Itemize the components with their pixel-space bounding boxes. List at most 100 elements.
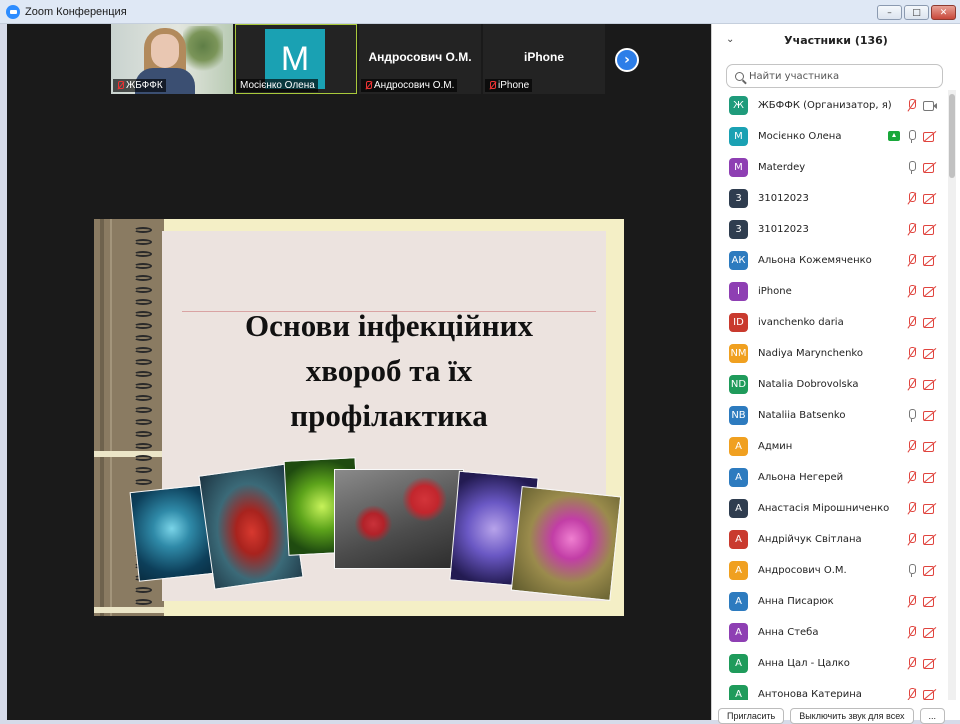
participant-row[interactable]: A Альона Негерей [712,462,948,493]
mic-icon[interactable] [905,564,918,577]
mic-muted-icon [116,81,124,90]
mic-icon[interactable] [905,409,918,422]
mic-muted-icon[interactable] [905,533,918,546]
close-window-button[interactable]: ✕ [931,5,956,20]
spiral-ring [134,587,152,593]
mic-icon[interactable] [905,130,918,143]
participant-avatar: A [729,685,748,700]
participant-avatar: NB [729,406,748,425]
participant-avatar: M [729,158,748,177]
video-tile-name-only[interactable]: iPhone iPhone [483,24,605,94]
participant-row[interactable]: ND Natalia Dobrovolska [712,369,948,400]
camera-off-icon[interactable] [923,409,936,422]
mic-muted-icon[interactable] [905,223,918,236]
mic-muted-icon[interactable] [905,440,918,453]
participant-row[interactable]: 3 31012023 [712,183,948,214]
camera-off-icon[interactable] [923,223,936,236]
camera-off-icon[interactable] [923,533,936,546]
participant-avatar: A [729,437,748,456]
camera-off-icon[interactable] [923,316,936,329]
video-tile-active-speaker[interactable]: M Мосієнко Олена [235,24,357,94]
mic-muted-icon[interactable] [905,688,918,700]
participant-avatar: АК [729,251,748,270]
mic-muted-icon[interactable] [905,192,918,205]
spiral-ring [134,467,152,473]
next-page-arrow-icon[interactable]: › [615,48,639,72]
participant-row[interactable]: АК Альона Кожемяченко [712,245,948,276]
mic-muted-icon[interactable] [905,254,918,267]
participant-row[interactable]: A Анна Цал - Цалко [712,648,948,679]
chevron-down-icon[interactable]: ⌄ [726,34,734,45]
spiral-ring [134,347,152,353]
camera-off-icon[interactable] [923,347,936,360]
participant-search[interactable] [726,64,943,88]
participant-row[interactable]: Ж ЖБФФК (Организатор, я) [712,90,948,121]
participant-name: Анна Писарюк [758,596,834,607]
participant-avatar: ID [729,313,748,332]
participant-row[interactable]: M Мосієнко Олена [712,121,948,152]
participant-name: Анастасія Мірошниченко [758,503,890,514]
mic-muted-icon[interactable] [905,378,918,391]
invite-button[interactable]: Пригласить [718,708,785,724]
mic-icon[interactable] [905,161,918,174]
window-title: Zoom Конференция [25,5,127,18]
participant-row[interactable]: A Анастасія Мірошниченко [712,493,948,524]
camera-off-icon[interactable] [923,192,936,205]
camera-off-icon[interactable] [923,564,936,577]
participant-row[interactable]: A Админ [712,431,948,462]
participant-row[interactable]: 3 31012023 [712,214,948,245]
participant-row[interactable]: A Анна Писарюк [712,586,948,617]
spiral-ring [134,371,152,377]
mic-muted-icon[interactable] [905,502,918,515]
participant-row[interactable]: A Антонова Катерина [712,679,948,700]
spine-band [94,451,164,457]
mic-muted-icon[interactable] [905,285,918,298]
camera-off-icon[interactable] [923,626,936,639]
search-icon [735,71,744,81]
spiral-ring [134,359,152,365]
participant-row[interactable]: NB Nataliia Batsenko [712,400,948,431]
camera-off-icon[interactable] [923,471,936,484]
participant-row[interactable]: A Анна Стеба [712,617,948,648]
camera-off-icon[interactable] [923,502,936,515]
video-tile-host[interactable]: ЖБФФК [111,24,233,94]
mic-muted-icon[interactable] [905,657,918,670]
participant-row[interactable]: A Андрійчук Світлана [712,524,948,555]
more-options-button[interactable]: ... [919,708,946,724]
camera-off-icon[interactable] [923,285,936,298]
participant-row[interactable]: ID ivanchenko daria [712,307,948,338]
scrollbar-thumb[interactable] [949,94,955,178]
slide-title: Основи інфекційних хвороб та їх профілак… [245,308,533,433]
mic-muted-icon[interactable] [905,347,918,360]
mic-muted-icon[interactable] [905,595,918,608]
mic-muted-icon[interactable] [905,471,918,484]
camera-off-icon[interactable] [923,657,936,670]
camera-off-icon[interactable] [923,161,936,174]
video-tile-name: iPhone [498,80,530,91]
camera-off-icon[interactable] [923,254,936,267]
video-tile-name-only[interactable]: Андросович О.М. Андросович О.М. [359,24,481,94]
mute-all-button[interactable]: Выключить звук для всех [790,708,914,724]
mic-muted-icon[interactable] [905,626,918,639]
camera-off-icon[interactable] [923,440,936,453]
participant-name: Анна Стеба [758,627,819,638]
participant-row[interactable]: M Materdey [712,152,948,183]
search-input[interactable] [749,70,929,82]
minimize-button[interactable]: – [877,5,902,20]
video-tile-name-tag: ЖБФФК [113,79,166,92]
spine-band [94,607,164,613]
participant-row[interactable]: A Андросович О.М. [712,555,948,586]
participants-scrollbar[interactable] [948,90,956,700]
mic-muted-icon[interactable] [905,99,918,112]
camera-icon[interactable] [923,99,937,112]
participant-avatar: ND [729,375,748,394]
camera-off-icon[interactable] [923,130,936,143]
camera-off-icon[interactable] [923,378,936,391]
participant-row[interactable]: IiPhone [712,276,948,307]
participant-avatar: 3 [729,189,748,208]
camera-off-icon[interactable] [923,595,936,608]
participant-row[interactable]: NM Nadiya Marynchenko [712,338,948,369]
mic-muted-icon[interactable] [905,316,918,329]
maximize-button[interactable]: □ [904,5,929,20]
camera-off-icon[interactable] [923,688,936,700]
